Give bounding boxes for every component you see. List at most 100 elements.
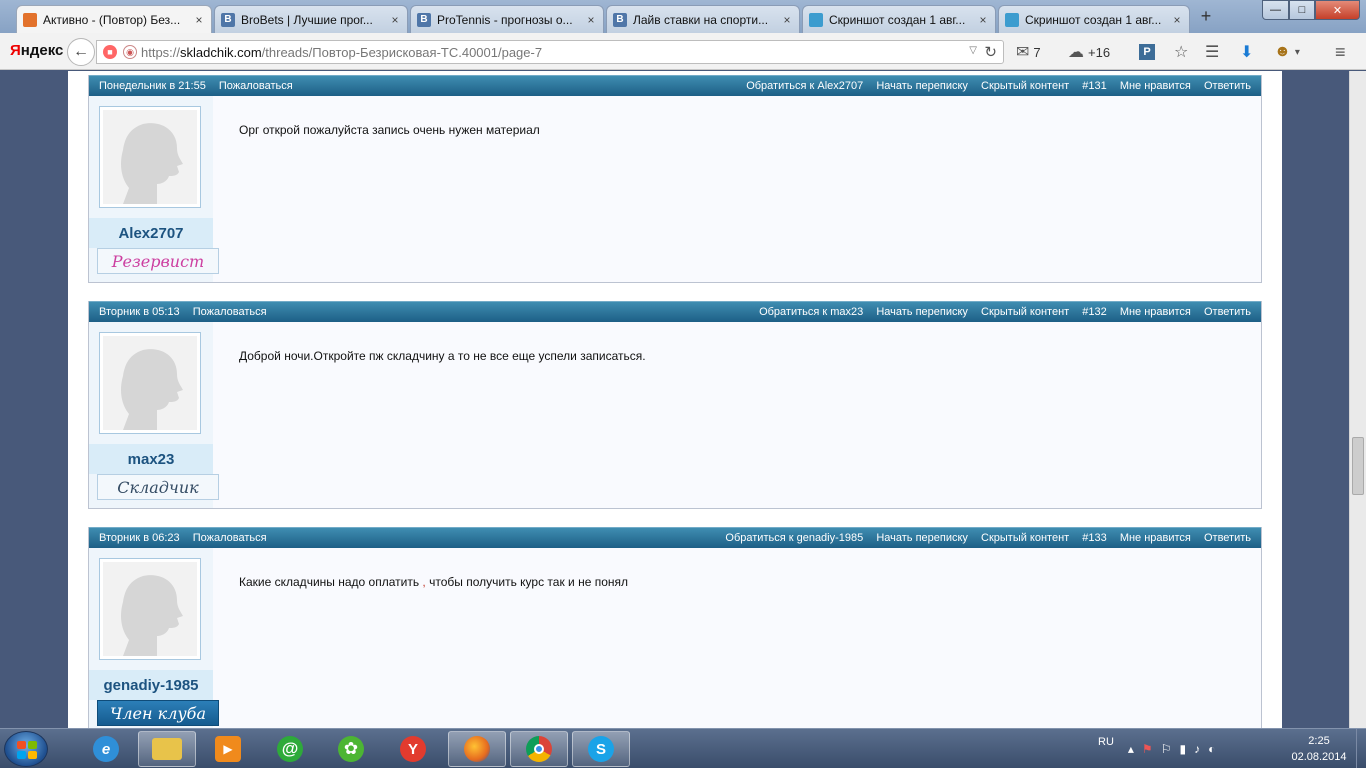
post-date[interactable]: Вторник в 05:13 <box>99 306 180 318</box>
taskbar-yandex-browser[interactable]: Y <box>384 731 442 767</box>
taskbar-file-explorer[interactable] <box>138 731 196 767</box>
avatar[interactable] <box>99 106 201 208</box>
taskbar-icq[interactable]: ✿ <box>322 731 380 767</box>
back-button[interactable]: ← <box>67 38 95 66</box>
post-date[interactable]: Вторник в 06:23 <box>99 532 180 544</box>
start-conversation-link[interactable]: Начать переписку <box>876 306 968 318</box>
taskbar-media-player[interactable]: ▶ <box>199 731 257 767</box>
taskbar-clock[interactable]: 2:25 02.08.2014 <box>1284 733 1354 765</box>
media-player-icon: ▶ <box>215 736 241 762</box>
flag-icon[interactable]: ⚐ <box>1161 742 1172 756</box>
cloud-icon: ☁ <box>1068 44 1084 61</box>
close-tab-icon[interactable]: × <box>1171 13 1183 27</box>
close-tab-icon[interactable]: × <box>389 13 401 27</box>
hidden-content-link[interactable]: Скрытый контент <box>981 80 1069 92</box>
volume-icon[interactable]: ♪ <box>1194 742 1200 756</box>
account-button[interactable]: ☻ ▾ <box>1274 41 1300 63</box>
contact-user-link[interactable]: Обратиться к max23 <box>759 306 863 318</box>
reload-icon[interactable]: ↻ <box>984 43 997 61</box>
window-maximize-button[interactable]: □ <box>1289 0 1315 20</box>
taskbar-internet-explorer[interactable]: e <box>77 731 135 767</box>
taskbar-skype[interactable]: S <box>572 731 630 767</box>
report-link[interactable]: Пожаловаться <box>193 532 267 544</box>
username[interactable]: max23 <box>89 444 213 474</box>
username[interactable]: genadiy-1985 <box>89 670 213 700</box>
yandex-logo-first-letter: Я <box>10 42 21 59</box>
report-link[interactable]: Пожаловаться <box>219 80 293 92</box>
extension-button[interactable]: P <box>1139 41 1155 63</box>
post-header: Вторник в 06:23 Пожаловаться Обратиться … <box>89 527 1261 548</box>
window-close-button[interactable]: ✕ <box>1315 0 1360 20</box>
page-scrollbar[interactable] <box>1349 71 1366 728</box>
like-link[interactable]: Мне нравится <box>1120 306 1191 318</box>
browser-tab[interactable]: B BroBets | Лучшие прог... × <box>214 5 408 33</box>
address-bar[interactable]: ■ ◉ https://skladchik.com/threads/Повтор… <box>96 40 1004 64</box>
forum-post: Понедельник в 21:55 Пожаловаться Обратит… <box>88 75 1262 283</box>
browser-tab[interactable]: B ProTennis - прогнозы о... × <box>410 5 604 33</box>
reply-link[interactable]: Ответить <box>1204 80 1251 92</box>
start-button[interactable] <box>4 731 48 767</box>
avatar[interactable] <box>99 558 201 660</box>
star-icon: ☆ <box>1174 44 1189 61</box>
clock-date: 02.08.2014 <box>1291 751 1347 763</box>
vk-favicon-icon: B <box>221 12 235 27</box>
default-avatar-silhouette-icon <box>103 110 197 204</box>
close-tab-icon[interactable]: × <box>585 13 597 27</box>
chevron-down-icon[interactable]: ▽ <box>969 45 977 56</box>
notification-icon[interactable]: ◐ <box>1208 742 1215 756</box>
mail-widget[interactable]: ✉ 7 <box>1016 41 1041 63</box>
close-tab-icon[interactable]: × <box>977 13 989 27</box>
post-number-link[interactable]: #132 <box>1082 306 1106 318</box>
new-tab-button[interactable]: + <box>1196 6 1216 27</box>
site-security-icon[interactable]: ◉ <box>123 45 137 59</box>
contact-user-link[interactable]: Обратиться к Alex2707 <box>746 80 863 92</box>
contact-user-link[interactable]: Обратиться к genadiy-1985 <box>725 532 863 544</box>
like-link[interactable]: Мне нравится <box>1120 80 1191 92</box>
like-link[interactable]: Мне нравится <box>1120 532 1191 544</box>
weather-temperature: +16 <box>1088 44 1111 60</box>
report-link[interactable]: Пожаловаться <box>193 306 267 318</box>
taskbar-mail-agent[interactable]: @ <box>261 731 319 767</box>
address-url: https://skladchik.com/threads/Повтор-Без… <box>141 45 542 60</box>
tray-arrow-icon[interactable]: ▴ <box>1128 742 1134 756</box>
reading-list-button[interactable]: ☰ <box>1205 41 1223 63</box>
tab-title: Лайв ставки на спорти... <box>633 12 769 27</box>
show-desktop-button[interactable] <box>1356 729 1366 768</box>
start-conversation-link[interactable]: Начать переписку <box>876 532 968 544</box>
network-warning-icon[interactable]: ⚑ <box>1142 742 1153 756</box>
language-indicator[interactable]: RU <box>1098 736 1114 748</box>
forum-post: Вторник в 06:23 Пожаловаться Обратиться … <box>88 527 1262 728</box>
menu-button[interactable]: ≡ <box>1335 41 1350 63</box>
browser-tab[interactable]: Скриншот создан 1 авг... × <box>802 5 996 33</box>
page-viewport: Понедельник в 21:55 Пожаловаться Обратит… <box>0 71 1366 728</box>
pin-site-icon[interactable]: ■ <box>103 45 117 59</box>
post-number-link[interactable]: #133 <box>1082 532 1106 544</box>
reply-link[interactable]: Ответить <box>1204 306 1251 318</box>
yandex-logo[interactable]: Яндекс <box>10 42 63 59</box>
firefox-icon <box>464 736 490 762</box>
close-tab-icon[interactable]: × <box>781 13 793 27</box>
post-date[interactable]: Понедельник в 21:55 <box>99 80 206 92</box>
downloads-button[interactable]: ⬇ <box>1240 41 1257 63</box>
browser-tab[interactable]: B Лайв ставки на спорти... × <box>606 5 800 33</box>
hidden-content-link[interactable]: Скрытый контент <box>981 306 1069 318</box>
bookmark-star-button[interactable]: ☆ <box>1174 41 1192 63</box>
browser-tab[interactable]: Скриншот создан 1 авг... × <box>998 5 1190 33</box>
avatar[interactable] <box>99 332 201 434</box>
browser-tab-active[interactable]: Активно - (Повтор) Без... × <box>16 5 212 34</box>
close-tab-icon[interactable]: × <box>193 13 205 27</box>
mail-icon: ✉ <box>1016 44 1030 61</box>
username[interactable]: Alex2707 <box>89 218 213 248</box>
window-minimize-button[interactable]: — <box>1262 0 1289 20</box>
tab-title: Активно - (Повтор) Без... <box>43 13 181 27</box>
weather-widget[interactable]: ☁ +16 <box>1068 41 1110 63</box>
signal-strength-icon[interactable]: ▮ <box>1179 742 1186 756</box>
taskbar-firefox[interactable] <box>448 731 506 767</box>
reply-link[interactable]: Ответить <box>1204 532 1251 544</box>
scrollbar-thumb[interactable] <box>1352 437 1364 495</box>
post-number-link[interactable]: #131 <box>1082 80 1106 92</box>
taskbar-chrome[interactable] <box>510 731 568 767</box>
post-header: Понедельник в 21:55 Пожаловаться Обратит… <box>89 75 1261 96</box>
hidden-content-link[interactable]: Скрытый контент <box>981 532 1069 544</box>
start-conversation-link[interactable]: Начать переписку <box>876 80 968 92</box>
